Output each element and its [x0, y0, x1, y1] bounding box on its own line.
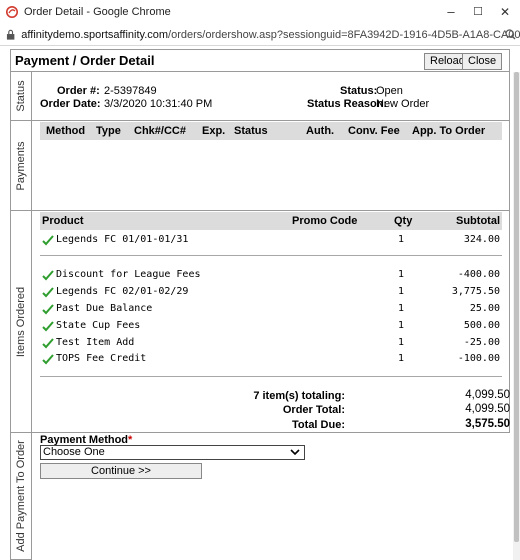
col-conv-fee: Conv. Fee: [348, 125, 400, 137]
page-title: Payment / Order Detail: [15, 53, 155, 68]
zoom-icon[interactable]: [505, 29, 516, 40]
product-name: Test Item Add: [56, 337, 135, 348]
items-total-value: 4,099.50: [465, 389, 510, 401]
col-status: Status: [234, 125, 268, 137]
maximize-button[interactable]: ☐: [467, 4, 489, 20]
tab-status[interactable]: Status: [10, 72, 32, 121]
product-qty: 1: [398, 337, 405, 348]
product-qty: 1: [398, 303, 405, 314]
url-text[interactable]: affinitydemo.sportsaffinity.com/orders/o…: [21, 29, 520, 41]
total-due-value: 3,575.50: [465, 418, 510, 430]
chevron-down-icon: [290, 449, 300, 456]
url-path: /orders/ordershow.asp?sessionguid=8FA394…: [168, 28, 520, 41]
tab-status-label: Status: [15, 80, 27, 112]
total-due-label: Total Due:: [292, 419, 345, 431]
scrollbar[interactable]: [513, 72, 520, 560]
divider: [40, 376, 502, 377]
continue-button[interactable]: Continue >>: [40, 463, 202, 479]
order-number-label: Order #:: [57, 85, 100, 97]
product-subtotal: -25.00: [463, 337, 500, 348]
payment-method-select[interactable]: Choose One: [40, 445, 305, 460]
col-subtotal: Subtotal: [456, 215, 500, 227]
tab-items-ordered[interactable]: Items Ordered: [10, 211, 32, 433]
payment-method-selected: Choose One: [43, 446, 105, 458]
window-title: Order Detail - Google Chrome: [24, 6, 171, 18]
product-name: Past Due Balance: [56, 303, 153, 314]
col-type: Type: [96, 125, 121, 137]
product-name: TOPS Fee Credit: [56, 353, 147, 364]
col-exp: Exp.: [202, 125, 226, 137]
order-number-value: 2-5397849: [104, 85, 157, 97]
sportsaffinity-logo-icon: [6, 6, 18, 18]
address-bar[interactable]: affinitydemo.sportsaffinity.com/orders/o…: [0, 24, 520, 46]
table-row: Past Due Balance 1 25.00: [40, 303, 502, 319]
product-qty: 1: [398, 286, 405, 297]
col-qty: Qty: [394, 215, 413, 227]
status-reason-value: New Order: [376, 98, 430, 110]
url-host: affinitydemo.sportsaffinity.com: [21, 28, 169, 41]
col-chk-cc: Chk#/CC#: [134, 125, 186, 137]
product-subtotal: 3,775.50: [451, 286, 500, 297]
product-subtotal: -100.00: [457, 353, 500, 364]
product-name: Legends FC 01/01-01/31: [56, 234, 189, 245]
product-subtotal: -400.00: [457, 269, 500, 280]
table-row: Legends FC 01/01-01/31 1 324.00: [40, 234, 502, 250]
checkmark-icon: [42, 270, 54, 281]
tab-add-payment[interactable]: Add Payment To Order: [10, 433, 32, 560]
checkmark-icon: [42, 287, 54, 298]
close-button[interactable]: Close: [462, 53, 503, 70]
status-value: Open: [376, 85, 403, 97]
scrollbar-thumb[interactable]: [514, 72, 519, 542]
table-row: TOPS Fee Credit 1 -100.00: [40, 353, 502, 369]
order-date-label: Order Date:: [40, 98, 101, 110]
order-total-label: Order Total:: [282, 404, 345, 416]
tab-add-payment-label: Add Payment To Order: [15, 440, 27, 552]
col-app-to-order: App. To Order: [412, 125, 486, 137]
col-product: Product: [42, 215, 84, 227]
items-header: Product Promo Code Qty Subtotal: [40, 212, 502, 230]
items-total-label: 7 item(s) totaling:: [253, 390, 345, 402]
table-row: State Cup Fees 1 500.00: [40, 320, 502, 336]
close-window-button[interactable]: ✕: [494, 4, 516, 20]
product-name: State Cup Fees: [56, 320, 141, 331]
product-qty: 1: [398, 234, 405, 245]
checkmark-icon: [42, 321, 54, 332]
tab-payments-label: Payments: [15, 141, 27, 190]
lock-icon: [6, 29, 15, 40]
product-qty: 1: [398, 353, 405, 364]
product-subtotal: 500.00: [463, 320, 500, 331]
product-name: Discount for League Fees: [56, 269, 201, 280]
tab-payments[interactable]: Payments: [10, 121, 32, 211]
page-content: Payment / Order Detail Reload Close Stat…: [0, 47, 520, 560]
order-date-value: 3/3/2020 10:31:40 PM: [104, 98, 213, 110]
table-row: Legends FC 02/01-02/29 1 3,775.50: [40, 286, 502, 302]
product-qty: 1: [398, 320, 405, 331]
status-label: Status:: [340, 85, 378, 97]
minimize-button[interactable]: –: [440, 4, 462, 20]
col-promo-code: Promo Code: [292, 215, 358, 227]
table-row: Discount for League Fees 1 -400.00: [40, 269, 502, 285]
browser-title-bar: Order Detail - Google Chrome – ☐ ✕: [0, 0, 520, 24]
order-total-value: 4,099.50: [465, 403, 510, 415]
page-header: Payment / Order Detail Reload Close: [10, 49, 510, 72]
product-name: Legends FC 02/01-02/29: [56, 286, 189, 297]
payments-header: Method Type Chk#/CC# Exp. Status Auth. C…: [40, 122, 502, 140]
divider: [40, 255, 502, 256]
table-row: Test Item Add 1 -25.00: [40, 337, 502, 353]
col-method: Method: [46, 125, 86, 137]
col-auth: Auth.: [306, 125, 335, 137]
checkmark-icon: [42, 338, 54, 349]
tab-items-label: Items Ordered: [15, 286, 27, 357]
product-subtotal: 324.00: [463, 234, 500, 245]
checkmark-icon: [42, 304, 54, 315]
product-qty: 1: [398, 269, 405, 280]
checkmark-icon: [42, 354, 54, 365]
checkmark-icon: [42, 235, 54, 246]
product-subtotal: 25.00: [469, 303, 500, 314]
